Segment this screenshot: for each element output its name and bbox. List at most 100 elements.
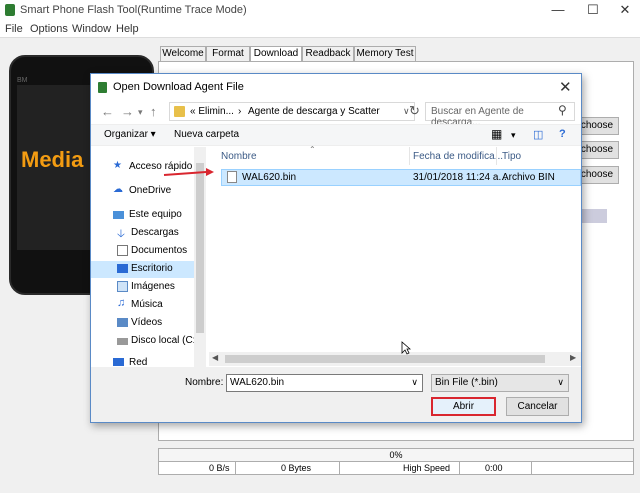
maximize-icon[interactable]: ☐ <box>580 2 606 18</box>
tab-format[interactable]: Format <box>206 46 250 62</box>
menu-window[interactable]: Window <box>72 23 111 35</box>
folder-icon <box>174 106 185 117</box>
tab-memory-test[interactable]: Memory Test <box>354 46 416 62</box>
sidebar-item-pictures[interactable]: Imágenes <box>91 279 206 296</box>
dialog-titlebar: Open Download Agent File ✕ <box>91 74 581 100</box>
open-button[interactable]: Abrir <box>431 397 496 416</box>
progress-bar: 0% <box>158 448 634 462</box>
document-icon <box>117 245 128 256</box>
chevron-down-icon[interactable]: ▾ <box>511 130 516 141</box>
sidebar-item-onedrive[interactable]: ☁ OneDrive <box>91 183 206 200</box>
sidebar-item-label: Vídeos <box>131 317 163 328</box>
app-title: Smart Phone Flash Tool(Runtime Trace Mod… <box>20 4 247 16</box>
music-icon: ♫ <box>117 297 126 309</box>
mouse-cursor-icon <box>401 341 411 355</box>
path-separator: › <box>238 106 242 117</box>
column-header-name[interactable]: Nombre <box>221 151 257 162</box>
star-icon: ★ <box>113 160 122 171</box>
sidebar-item-desktop[interactable]: Escritorio <box>91 261 206 278</box>
minimize-icon[interactable]: — <box>545 2 571 18</box>
filename-input[interactable]: WAL620.bin ∨ <box>226 374 423 392</box>
dialog-title: Open Download Agent File <box>113 81 244 93</box>
status-bytes: 0 Bytes <box>281 463 312 473</box>
sidebar-item-label: Escritorio <box>131 263 173 274</box>
sidebar-item-label: Música <box>131 299 163 310</box>
file-date: 31/01/2018 11:24 a... <box>413 172 507 183</box>
menu-file[interactable]: File <box>5 23 23 35</box>
red-arrow-callout <box>163 168 214 176</box>
help-icon[interactable]: ? <box>559 128 566 140</box>
forward-arrow-icon[interactable]: → <box>121 104 134 119</box>
sidebar-item-documents[interactable]: Documentos <box>91 243 206 260</box>
computer-icon <box>113 211 124 219</box>
file-list: Nombre ⌃ Fecha de modifica... Tipo WAL62… <box>209 145 581 367</box>
search-input[interactable]: Buscar en Agente de descarga... ⚲ <box>425 102 575 128</box>
sidebar-item-label: Documentos <box>131 245 188 256</box>
tab-download[interactable]: Download <box>250 46 302 62</box>
app-icon <box>5 4 15 16</box>
filetype-value: Bin File (*.bin) <box>435 377 498 388</box>
cancel-button[interactable]: Cancelar <box>506 397 569 416</box>
sidebar-item-local-disk[interactable]: Disco local (C:) <box>91 333 206 350</box>
file-icon <box>227 171 237 183</box>
sidebar-item-label: Disco local (C:) <box>131 335 199 346</box>
main-titlebar: Smart Phone Flash Tool(Runtime Trace Mod… <box>0 0 640 20</box>
file-type: Archivo BIN <box>502 172 555 183</box>
file-name: WAL620.bin <box>242 172 297 183</box>
address-bar[interactable]: « Elimin... › Agente de descarga y Scatt… <box>169 102 415 121</box>
preview-pane-icon[interactable]: ◫ <box>533 128 543 141</box>
cloud-icon: ☁ <box>113 184 123 195</box>
sidebar-item-music[interactable]: ♫ Música <box>91 297 206 314</box>
table-row[interactable]: WAL620.bin 31/01/2018 11:24 a... Archivo… <box>221 169 581 186</box>
image-icon <box>117 281 128 292</box>
chevron-down-icon[interactable]: ∨ <box>557 377 564 388</box>
up-arrow-icon[interactable]: ↑ <box>150 104 157 119</box>
filetype-select[interactable]: Bin File (*.bin) ∨ <box>431 374 569 392</box>
open-file-dialog: Open Download Agent File ✕ ← → ▾ ↑ « Eli… <box>90 73 582 423</box>
recent-locations-icon[interactable]: ▾ <box>138 107 143 118</box>
sidebar-item-downloads[interactable]: 🡣 Descargas <box>91 225 206 242</box>
scroll-left-icon[interactable]: ◀ <box>212 353 218 362</box>
close-icon[interactable]: ✕ <box>612 2 638 18</box>
sidebar-item-videos[interactable]: Vídeos <box>91 315 206 332</box>
menu-options[interactable]: Options <box>30 23 68 35</box>
sidebar-item-label: OneDrive <box>129 185 172 196</box>
back-arrow-icon[interactable]: ← <box>101 104 114 119</box>
sidebar-item-this-pc[interactable]: Este equipo <box>91 207 206 224</box>
path-segment[interactable]: « Elimin... <box>190 106 234 117</box>
path-segment[interactable]: Agente de descarga y Scatter <box>248 106 380 117</box>
network-icon <box>113 358 124 366</box>
video-icon <box>117 318 128 327</box>
refresh-icon[interactable]: ↻ <box>409 103 420 119</box>
chevron-down-icon[interactable]: ∨ <box>411 377 418 388</box>
search-icon[interactable]: ⚲ <box>558 103 567 117</box>
dialog-close-icon[interactable]: ✕ <box>559 78 572 96</box>
scrollbar-thumb[interactable] <box>196 163 204 333</box>
tab-welcome[interactable]: Welcome <box>160 46 206 62</box>
status-bar: 0 B/s 0 Bytes High Speed 0:00 <box>158 461 634 475</box>
status-speed: 0 B/s <box>209 463 230 473</box>
sidebar-item-label: Imágenes <box>131 281 175 292</box>
filename-value: WAL620.bin <box>230 377 285 388</box>
horizontal-scrollbar[interactable]: ◀ ▶ <box>209 352 581 366</box>
app-icon <box>98 82 107 93</box>
view-options-icon[interactable]: ▦ <box>491 127 502 141</box>
menu-bar: File Options Window Help <box>0 20 640 38</box>
tab-readback[interactable]: Readback <box>302 46 354 62</box>
new-folder-button[interactable]: Nueva carpeta <box>174 129 239 140</box>
sidebar-item-label: Descargas <box>131 227 179 238</box>
desktop-icon <box>117 264 128 273</box>
scrollbar-thumb[interactable] <box>225 355 545 363</box>
menu-help[interactable]: Help <box>116 23 139 35</box>
phone-badge: BM <box>17 77 28 84</box>
drive-icon <box>117 338 128 345</box>
organize-button[interactable]: Organizar ▾ <box>104 129 156 140</box>
filename-label: Nombre: <box>185 377 224 388</box>
column-header-type[interactable]: Tipo <box>502 151 521 162</box>
sidebar-scrollbar[interactable] <box>194 147 206 367</box>
dialog-footer: Nombre: WAL620.bin ∨ Bin File (*.bin) ∨ … <box>91 367 581 422</box>
status-mode: High Speed <box>403 463 451 473</box>
column-header-date[interactable]: Fecha de modifica... <box>413 151 503 162</box>
navigation-row: ← → ▾ ↑ « Elimin... › Agente de descarga… <box>91 100 581 128</box>
scroll-right-icon[interactable]: ▶ <box>570 353 576 362</box>
